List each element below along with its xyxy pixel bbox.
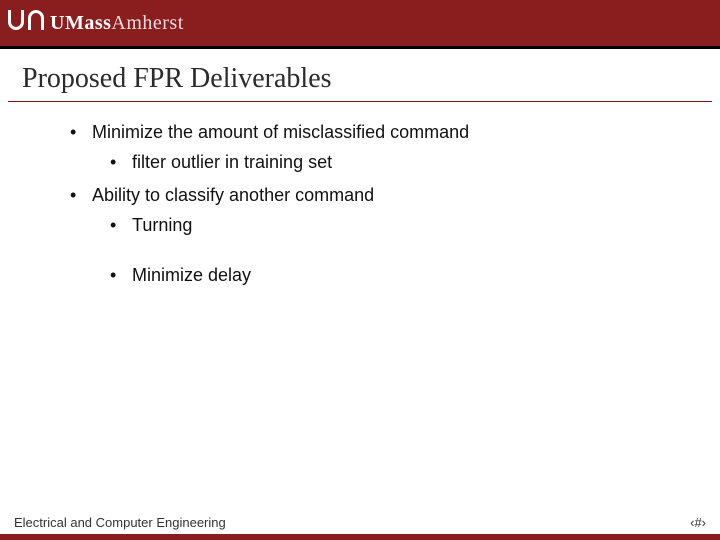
footer-department: Electrical and Computer Engineering [14,515,226,530]
slide-title: Proposed FPR Deliverables [0,49,720,101]
sub-bullet-item: Turning [110,213,680,237]
brand-text: UMassAmherst [50,12,184,35]
brand-text-part2: Amherst [111,12,183,34]
sub-bullet-text: Turning [132,215,192,235]
footer-bar [0,534,720,540]
bullet-item: Ability to classify another command Turn… [70,183,680,288]
footer-page-number: ‹#› [690,515,706,530]
slide-footer: Electrical and Computer Engineering ‹#› [0,506,720,540]
umass-mark-icon [8,6,44,40]
brand-text-part1: UMass [50,12,111,34]
sub-bullet-text: Minimize delay [132,265,251,285]
brand-bar: UMassAmherst [0,0,720,46]
sub-bullet-text: filter outlier in training set [132,152,332,172]
slide-body: Minimize the amount of misclassified com… [0,102,720,287]
slide: UMassAmherst Proposed FPR Deliverables M… [0,0,720,540]
bullet-item: Minimize the amount of misclassified com… [70,120,680,175]
sub-bullet-item: Minimize delay [110,263,680,287]
bullet-text: Ability to classify another command [92,185,374,205]
brand-logo: UMassAmherst [8,6,184,40]
sub-bullet-item: filter outlier in training set [110,150,680,174]
bullet-text: Minimize the amount of misclassified com… [92,122,469,142]
